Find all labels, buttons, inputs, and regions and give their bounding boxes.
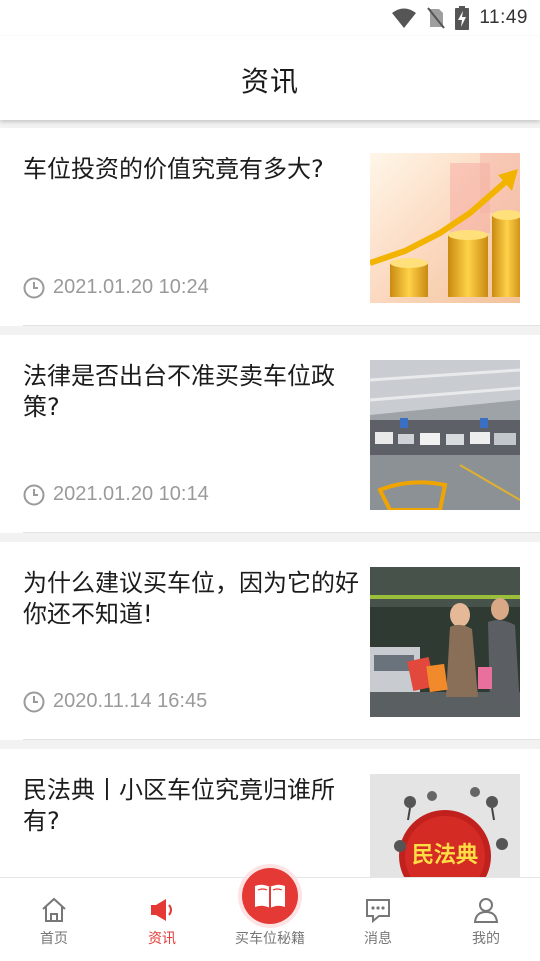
news-title: 法律是否出台不准买卖车位政策? (23, 362, 335, 421)
nav-profile[interactable]: 我的 (432, 878, 540, 961)
nav-label: 买车位秘籍 (235, 931, 305, 947)
nav-label: 消息 (364, 931, 392, 947)
news-title: 车位投资的价值究竟有多大? (23, 155, 324, 183)
clock-icon (23, 484, 45, 505)
status-icons: 11:49 (391, 5, 528, 31)
news-time: 2020.11.14 16:45 (53, 690, 208, 712)
nav-label: 我的 (472, 931, 500, 947)
clock-icon (23, 691, 45, 712)
coins-growth-photo[interactable] (370, 153, 520, 303)
news-meta: 2021.01.20 10:14 (23, 483, 209, 506)
battery-charging-icon (455, 6, 470, 30)
status-bar: 11:49 (0, 0, 540, 36)
nav-tips[interactable]: 买车位秘籍 (216, 878, 324, 961)
nav-label: 首页 (40, 931, 68, 947)
nav-news[interactable]: 资讯 (108, 878, 216, 961)
divider (23, 739, 540, 740)
news-title: 为什么建议买车位，因为它的好你还不知道! (23, 569, 359, 628)
message-icon (366, 899, 390, 924)
civil-code-photo[interactable]: 民法典 (370, 774, 520, 889)
app-header: 资讯 (0, 36, 540, 120)
clock-icon (23, 277, 45, 298)
no-sim-icon (427, 7, 446, 29)
megaphone-icon (151, 899, 172, 921)
divider (23, 325, 540, 326)
wifi-icon (392, 8, 417, 28)
news-meta: 2021.01.20 10:24 (23, 276, 209, 299)
news-card[interactable]: 为什么建议买车位，因为它的好你还不知道! 2020.11.14 16:45 (0, 542, 540, 740)
bottom-nav: 首页 资讯 买车位秘籍 消息 我的 (0, 868, 540, 961)
user-icon (473, 898, 499, 923)
status-time: 11:49 (479, 7, 528, 28)
news-time: 2021.01.20 10:14 (53, 483, 209, 505)
couple-shopping-photo[interactable] (370, 567, 520, 717)
civil-code-label: 民法典 (412, 843, 478, 868)
nav-label: 资讯 (148, 931, 176, 947)
divider (23, 532, 540, 533)
parking-garage-photo[interactable] (370, 360, 520, 510)
nav-messages[interactable]: 消息 (324, 878, 432, 961)
news-time: 2021.01.20 10:24 (53, 276, 209, 298)
news-card[interactable]: 车位投资的价值究竟有多大? 2021.01.20 10:24 (0, 128, 540, 326)
news-meta: 2020.11.14 16:45 (23, 690, 207, 713)
home-icon (42, 897, 66, 922)
page-title: 资讯 (240, 65, 299, 98)
news-title: 民法典丨小区车位究竟归谁所有? (23, 776, 335, 835)
news-card[interactable]: 法律是否出台不准买卖车位政策? 2021.01.20 10:14 (0, 335, 540, 533)
nav-home[interactable]: 首页 (0, 878, 108, 961)
